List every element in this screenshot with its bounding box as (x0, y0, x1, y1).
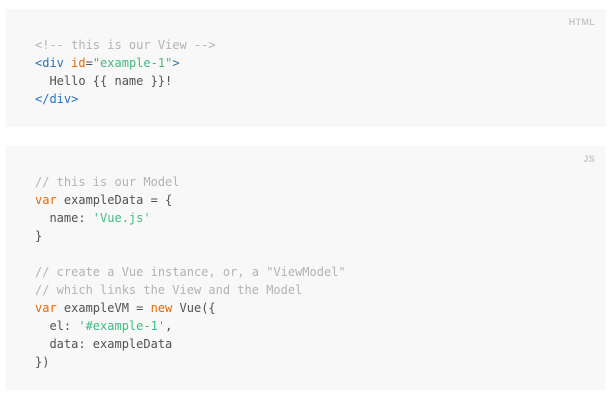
div-open-tag-end: > (172, 56, 180, 70)
language-label-html: HTML (568, 17, 595, 27)
attr-value: "example-1" (92, 56, 173, 70)
example-vm-decl: exampleVM = (56, 301, 151, 315)
js-comment-links: // which links the View and the Model (35, 283, 303, 297)
keyword-var: var (35, 301, 57, 315)
el-prop: el: (35, 319, 79, 333)
attr-eq: = (85, 56, 93, 70)
close-brace: } (35, 229, 43, 243)
name-value-string: 'Vue.js' (92, 211, 151, 225)
js-code-block: JS // this is our Model var exampleData … (6, 146, 606, 390)
el-value-string: '#example-1' (78, 319, 166, 333)
js-code: // this is our Model var exampleData = {… (35, 173, 346, 371)
div-close-tag: </div> (35, 92, 79, 106)
attr-name: id (71, 56, 86, 70)
hello-text: Hello {{ name }}! (35, 74, 173, 88)
html-code-block: HTML <!-- this is our View --> <div id="… (6, 9, 606, 127)
keyword-new: new (150, 301, 173, 315)
js-comment-viewmodel: // create a Vue instance, or, a "ViewMod… (35, 265, 346, 279)
example-data-decl: exampleData = { (56, 193, 173, 207)
html-comment: <!-- this is our View --> (35, 38, 216, 52)
name-prop: name: (35, 211, 93, 225)
data-prop: data: exampleData (35, 337, 173, 351)
language-label-js: JS (583, 154, 595, 164)
html-code: <!-- this is our View --> <div id="examp… (35, 36, 216, 108)
close-call: }) (35, 355, 50, 369)
div-open-tag-start: <div (35, 56, 64, 70)
vue-constructor: Vue({ (172, 301, 216, 315)
el-comma: , (165, 319, 173, 333)
js-comment-model: // this is our Model (35, 175, 180, 189)
keyword-var: var (35, 193, 57, 207)
